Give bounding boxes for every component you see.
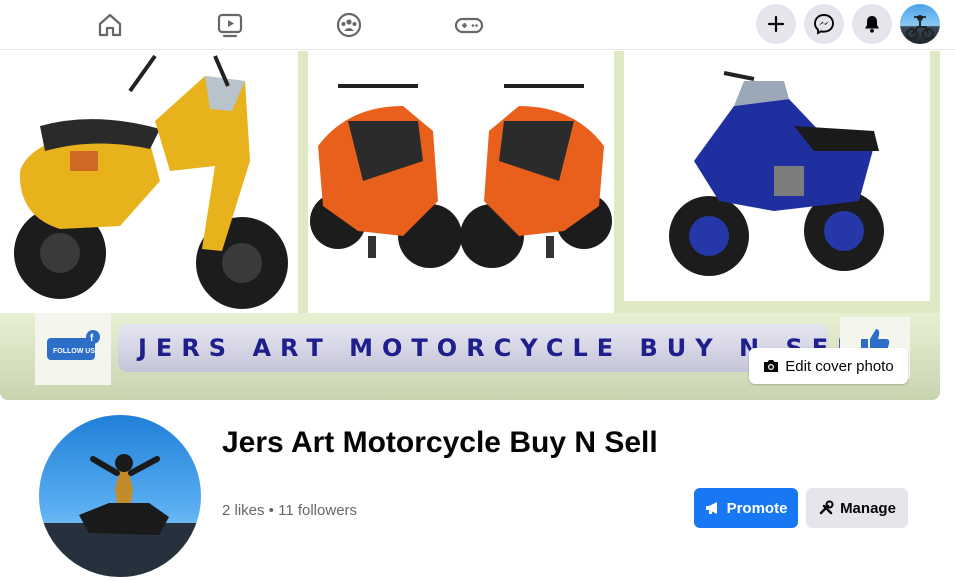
- bell-icon: [865, 16, 879, 33]
- tools-icon: [819, 500, 834, 515]
- cover-panel-yellow-scooter: [0, 51, 298, 313]
- manage-label: Manage: [840, 499, 896, 517]
- cover-panel-orange-scooters: [308, 51, 614, 313]
- edit-cover-photo-label: Edit cover photo: [785, 357, 894, 375]
- camera-icon: [764, 360, 779, 372]
- top-navigation-bar: [0, 0, 955, 50]
- promote-label: Promote: [726, 499, 788, 517]
- cover-banner-title: JERS ART MOTORCYCLE BUY N SELL: [118, 324, 877, 372]
- messenger-icon: [814, 14, 834, 35]
- svg-text:FOLLOW US: FOLLOW US: [53, 348, 95, 355]
- likes-followers-count[interactable]: 2 likes • 11 followers: [222, 502, 357, 519]
- edit-cover-photo-button[interactable]: Edit cover photo: [749, 348, 908, 384]
- home-icon[interactable]: [95, 10, 125, 40]
- groups-icon[interactable]: [334, 10, 364, 40]
- gaming-icon[interactable]: [454, 10, 484, 40]
- manage-button[interactable]: Manage: [806, 488, 908, 528]
- cover-panel-blue-motorcycle: [624, 51, 930, 301]
- watch-icon[interactable]: [215, 10, 245, 40]
- megaphone-icon: [705, 502, 717, 514]
- page-title: Jers Art Motorcycle Buy N Sell: [222, 426, 658, 459]
- promote-button[interactable]: Promote: [694, 488, 798, 528]
- profile-picture[interactable]: [35, 411, 205, 581]
- follow-us-badge: f FOLLOW US: [35, 313, 111, 385]
- plus-icon: [767, 15, 785, 33]
- cover-photo: f FOLLOW US JERS ART MOTORCYCLE BUY N SE…: [0, 51, 940, 400]
- create-button[interactable]: [756, 4, 796, 44]
- account-avatar[interactable]: [900, 4, 940, 44]
- notifications-button[interactable]: [852, 4, 892, 44]
- messenger-button[interactable]: [804, 4, 844, 44]
